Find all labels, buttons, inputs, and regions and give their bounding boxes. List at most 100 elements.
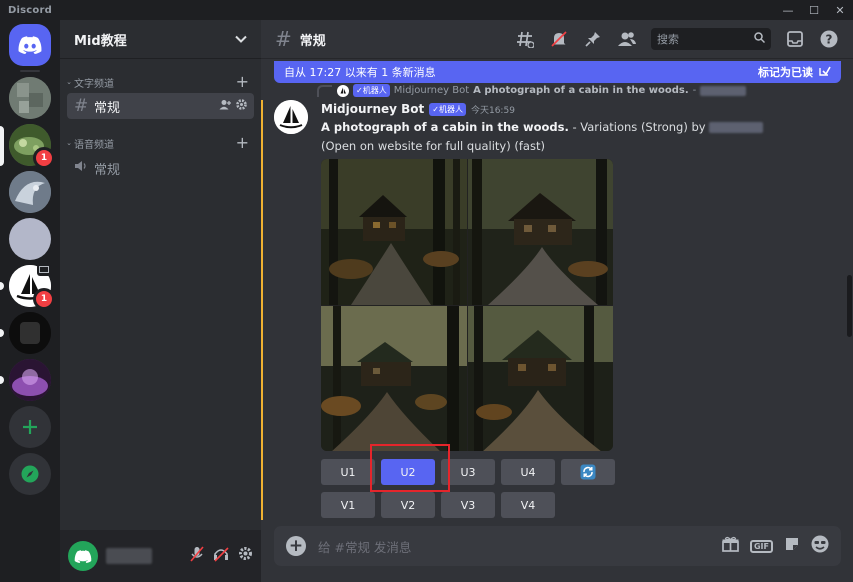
gear-icon[interactable] (236, 99, 247, 113)
selected-pill (0, 126, 4, 166)
hashtag-icon: # (275, 27, 292, 51)
attach-plus-icon[interactable]: + (286, 536, 306, 556)
annotation-highlight-box (370, 444, 450, 492)
message-composer[interactable]: + 给 #常规 发消息 GIF (274, 526, 841, 566)
compass-icon (21, 465, 39, 483)
unread-badge: 1 (33, 147, 55, 169)
u1-button[interactable]: U1 (321, 459, 375, 485)
server-icon-6[interactable] (9, 312, 51, 354)
channel-label: 常规 (94, 100, 121, 116)
chat-header: # 常规 搜索 ? (261, 20, 853, 59)
reply-connector-icon (317, 84, 332, 97)
server-icon-4[interactable] (9, 218, 51, 260)
pin-icon[interactable] (583, 29, 603, 49)
search-input[interactable]: 搜索 (651, 28, 771, 50)
category-text[interactable]: ⌄ 文字频道 + (64, 74, 255, 90)
v1-button[interactable]: V1 (321, 492, 375, 518)
sailboat-icon (274, 100, 308, 134)
image-variant-2[interactable] (467, 159, 613, 305)
image-grid[interactable] (321, 159, 613, 451)
monitor-icon (37, 264, 51, 276)
reply-reference[interactable]: ✓机器人 Midjourney Bot A photograph of a ca… (317, 84, 747, 97)
v2-button[interactable]: V2 (381, 492, 435, 518)
mark-as-read-button[interactable]: 标记为已读 (758, 64, 813, 80)
message-author[interactable]: Midjourney Bot (321, 102, 424, 116)
search-placeholder: 搜索 (657, 33, 679, 46)
v3-button[interactable]: V3 (441, 492, 495, 518)
channel-label: 常规 (94, 162, 121, 178)
new-messages-divider (261, 100, 263, 520)
window-controls: — ☐ ✕ (775, 0, 853, 20)
gift-icon[interactable] (722, 536, 739, 556)
unread-pill (0, 376, 4, 384)
image-variant-1[interactable] (321, 159, 467, 305)
channel-general[interactable]: # 常规 (67, 93, 254, 119)
v4-button[interactable]: V4 (501, 492, 555, 518)
gear-icon[interactable] (238, 546, 253, 566)
members-icon[interactable] (617, 29, 637, 49)
mic-muted-icon[interactable] (190, 546, 204, 566)
unread-badge: 1 (33, 288, 55, 310)
chevron-down-icon: ⌄ (66, 139, 72, 147)
title-bar: Discord — ☐ ✕ (0, 0, 853, 20)
avatar[interactable] (68, 541, 98, 571)
reroll-button[interactable] (561, 459, 615, 485)
new-messages-text: 自从 17:27 以来有 1 条新消息 (284, 66, 436, 79)
mark-read-icon (819, 65, 831, 79)
minimize-button[interactable]: — (775, 0, 801, 20)
channel-sidebar: Mid教程 ⌄ 文字频道 + # 常规 ⌄ 语音频道 + 常规 (60, 20, 261, 582)
user-panel (60, 530, 261, 582)
variation-text: - Variations (Strong) by (568, 120, 710, 134)
new-messages-bar[interactable]: 自从 17:27 以来有 1 条新消息 标记为已读 (274, 61, 841, 83)
sticker-icon[interactable] (784, 536, 800, 556)
sailboat-icon (337, 84, 349, 97)
add-channel-icon[interactable]: + (236, 74, 249, 90)
chevron-down-icon: ⌄ (66, 78, 72, 86)
add-channel-icon[interactable]: + (236, 135, 249, 151)
message-input[interactable]: 给 #常规 发消息 (318, 537, 722, 556)
maximize-button[interactable]: ☐ (801, 0, 827, 20)
voice-channel-general[interactable]: 常规 (67, 155, 254, 181)
image-variant-4[interactable] (467, 305, 613, 451)
server-icon-3[interactable] (9, 171, 51, 213)
redacted-username (700, 85, 747, 96)
refresh-icon (580, 464, 596, 480)
chat-main: # 常规 搜索 ? 自从 17:27 以来有 1 条新消息 标记为已读 ✓机器人… (261, 20, 853, 582)
inbox-icon[interactable] (785, 29, 805, 49)
redacted-username (709, 122, 764, 133)
rail-separator (20, 70, 40, 72)
help-icon[interactable]: ? (819, 29, 839, 49)
gif-icon[interactable]: GIF (749, 539, 773, 553)
bot-avatar[interactable] (274, 100, 308, 134)
bell-muted-icon[interactable] (549, 29, 569, 49)
close-button[interactable]: ✕ (827, 0, 853, 20)
message: Midjourney Bot ✓机器人 今天16:59 A photograph… (274, 100, 834, 518)
emoji-icon[interactable] (811, 535, 829, 557)
bot-tag: ✓机器人 (353, 84, 390, 97)
hashtag-icon: # (74, 96, 89, 116)
add-server-button[interactable] (9, 406, 51, 448)
category-label: 语音频道 (74, 139, 114, 151)
server-icon-1[interactable] (9, 77, 51, 119)
server-rail: 1 1 (0, 20, 60, 582)
headphones-muted-icon[interactable] (213, 546, 229, 566)
add-member-icon[interactable] (219, 99, 231, 113)
u4-button[interactable]: U4 (501, 459, 555, 485)
explore-button[interactable] (9, 453, 51, 495)
unread-pill (0, 329, 4, 337)
server-icon-7[interactable] (9, 359, 51, 401)
app-brand: Discord (8, 4, 52, 16)
guild-header[interactable]: Mid教程 (60, 20, 261, 59)
channel-title: 常规 (299, 33, 326, 49)
username-redacted (106, 548, 152, 564)
home-button[interactable] (9, 24, 51, 66)
category-voice[interactable]: ⌄ 语音频道 + (64, 135, 255, 151)
message-content: A photograph of a cabin in the woods. - … (321, 118, 796, 156)
svg-text:?: ? (826, 33, 833, 47)
unread-pill (0, 282, 4, 290)
scrollbar-thumb[interactable] (847, 275, 852, 337)
threads-icon[interactable] (515, 29, 535, 49)
image-variant-3[interactable] (321, 305, 467, 451)
reply-separator: - (692, 85, 697, 96)
search-icon (754, 32, 766, 46)
